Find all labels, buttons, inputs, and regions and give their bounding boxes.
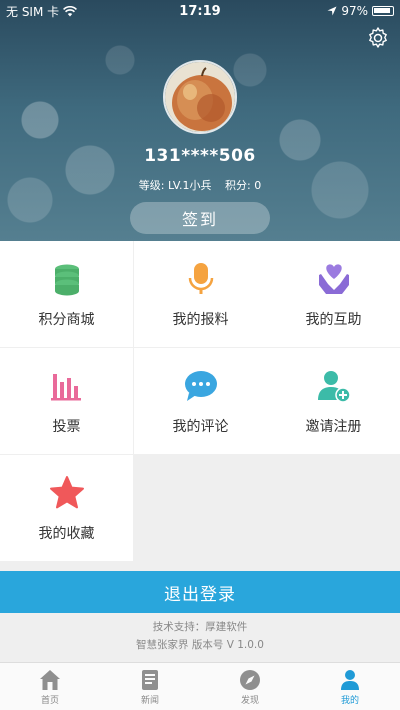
clock: 17:19 [179, 3, 221, 19]
news-icon [142, 669, 158, 690]
user-icon [341, 669, 359, 690]
app-info: 技术支持：厚建软件 智慧张家界 版本号 V 1.0.0 [0, 618, 400, 654]
checkin-button[interactable]: 签到 [130, 202, 270, 234]
menu-item-my-help[interactable]: 我的互助 [267, 241, 400, 347]
menu-item-points-mall[interactable]: 积分商城 [0, 241, 133, 347]
menu-label: 我的评论 [172, 419, 229, 435]
menu-item-my-comments[interactable]: 我的评论 [134, 348, 267, 454]
menu-label: 邀请注册 [305, 419, 362, 435]
home-icon [40, 669, 60, 690]
star-icon [49, 476, 84, 509]
status-bar: 无 SIM 卡 17:19 97% [0, 0, 400, 22]
bottom-tab-bar: 首页 新闻 发现 我的 [0, 662, 400, 710]
microphone-icon [188, 263, 213, 294]
profile-header: 无 SIM 卡 17:19 97% 131****506 等级: LV.1小兵 … [0, 0, 400, 241]
menu-label: 积分商城 [38, 312, 95, 328]
points-label: 积分: 0 [225, 179, 262, 192]
version-text: 智慧张家界 版本号 V 1.0.0 [136, 639, 264, 651]
menu-item-my-reports[interactable]: 我的报料 [134, 241, 267, 347]
tab-label: 我的 [340, 695, 359, 706]
logout-button[interactable]: 退出登录 [0, 571, 400, 613]
database-icon [54, 264, 79, 296]
gear-icon[interactable] [366, 26, 390, 50]
username: 131****506 [144, 146, 256, 166]
heart-hands-icon [318, 264, 349, 294]
menu-label: 我的报料 [172, 312, 229, 328]
tab-discover[interactable]: 发现 [200, 663, 300, 710]
menu-label: 我的互助 [305, 312, 362, 328]
menu-label: 我的收藏 [38, 526, 95, 542]
menu-item-favorites[interactable]: 我的收藏 [0, 455, 133, 561]
menu-item-invite[interactable]: 邀请注册 [267, 348, 400, 454]
avatar[interactable] [163, 60, 237, 134]
level-label: 等级: LV.1小兵 [138, 179, 212, 192]
menu-item-vote[interactable]: 投票 [0, 348, 133, 454]
compass-icon [240, 669, 260, 690]
chat-bubble-icon [184, 371, 217, 401]
add-user-icon [317, 371, 351, 403]
battery-icon [372, 6, 394, 16]
user-meta: 等级: LV.1小兵 积分: 0 [0, 177, 400, 193]
apple-avatar-image [165, 62, 235, 132]
tab-label: 首页 [40, 695, 59, 706]
tab-label: 新闻 [140, 695, 159, 706]
tab-news[interactable]: 新闻 [100, 663, 200, 710]
tech-support-text: 技术支持：厚建软件 [152, 621, 248, 633]
menu-label: 投票 [52, 419, 81, 435]
tab-home[interactable]: 首页 [0, 663, 100, 710]
bar-chart-icon [50, 374, 81, 401]
tab-mine[interactable]: 我的 [300, 663, 400, 710]
tab-label: 发现 [240, 695, 259, 706]
